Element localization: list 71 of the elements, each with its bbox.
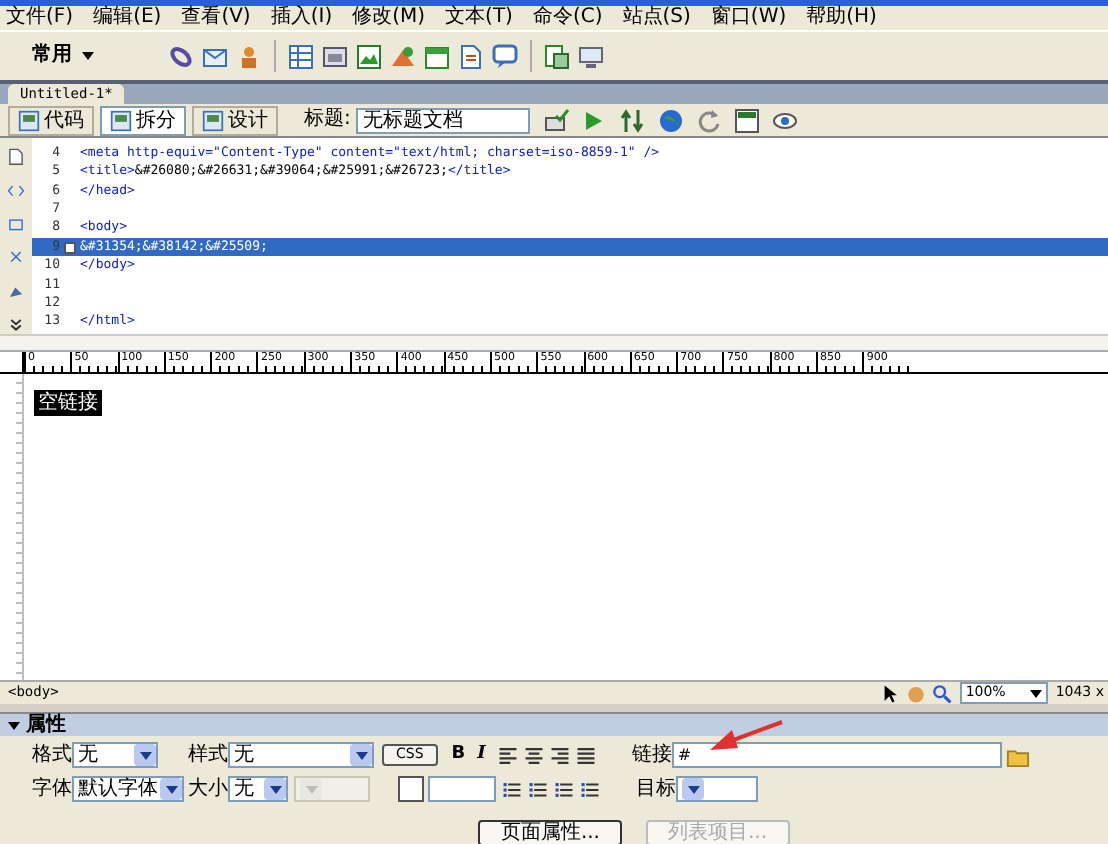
category-dropdown[interactable]: 常用 (32, 44, 132, 68)
outdent-icon[interactable] (554, 779, 574, 799)
horizontal-scrollbar[interactable] (0, 334, 1108, 350)
menu-item[interactable]: 窗口(W) (710, 6, 787, 30)
table-icon[interactable] (288, 43, 314, 69)
fold-icon[interactable] (64, 241, 76, 254)
menu-item[interactable]: 帮助(H) (806, 6, 877, 30)
menu-item[interactable]: 查看(V) (181, 6, 251, 30)
justify-icon[interactable] (575, 745, 596, 765)
title-label: 标题: (304, 108, 351, 132)
view-icon (18, 109, 40, 131)
monitor-icon[interactable] (578, 43, 604, 69)
format-dropdown[interactable]: 无 (72, 742, 158, 768)
chevron-icon[interactable] (6, 316, 26, 334)
style-dropdown[interactable]: 无 (228, 742, 374, 768)
view-button[interactable]: 设计 (192, 105, 278, 135)
template-icon[interactable] (544, 43, 570, 69)
view-button[interactable]: 代码 (8, 105, 94, 135)
size-dropdown[interactable]: 无 (228, 776, 288, 802)
link-field[interactable]: # (671, 742, 1002, 768)
arrows-icon[interactable] (620, 107, 647, 133)
pointer-icon[interactable] (879, 683, 900, 703)
panel-title: 属性 (26, 713, 66, 737)
calendar-icon[interactable] (424, 43, 450, 69)
link-label: 链接 (631, 743, 672, 767)
eye-icon[interactable] (772, 107, 799, 133)
menu-item[interactable]: 文本(T) (445, 6, 513, 30)
view-icon (110, 109, 132, 131)
align-right-icon[interactable] (549, 745, 570, 765)
window-icon[interactable] (734, 107, 761, 133)
numbered-list-icon[interactable] (528, 779, 548, 799)
menu-item[interactable]: 插入(I) (270, 6, 333, 30)
file-icon[interactable] (6, 148, 26, 166)
italic-button[interactable]: I (471, 744, 492, 766)
font-label: 字体 (32, 777, 72, 801)
view-icon (202, 109, 224, 131)
menu-item[interactable]: 编辑(E) (93, 6, 162, 30)
page-button[interactable]: 页面属性... (478, 820, 622, 844)
link-icon[interactable] (168, 43, 194, 69)
globe-icon[interactable] (658, 107, 685, 133)
style-label: 样式 (188, 743, 228, 767)
size-label: 大小 (188, 777, 228, 801)
menu-item[interactable]: 命令(C) (532, 6, 603, 30)
validate-icon[interactable] (544, 107, 571, 133)
envelope-icon[interactable] (202, 43, 228, 69)
view-button[interactable]: 拆分 (100, 105, 186, 135)
title-field[interactable]: 无标题文档 (356, 107, 531, 133)
menu-item[interactable]: 修改(M) (352, 6, 426, 30)
menu-item[interactable]: 站点(S) (622, 6, 691, 30)
format-label: 格式 (32, 743, 72, 767)
selected-text: 空链接 (34, 390, 102, 416)
align-left-icon[interactable] (497, 745, 518, 765)
bullet-list-icon[interactable] (502, 779, 522, 799)
shapes-icon[interactable] (390, 43, 416, 69)
layer-icon[interactable] (322, 43, 348, 69)
color-field[interactable] (428, 776, 496, 802)
magnifier-icon[interactable] (931, 683, 952, 703)
target-label: 目标 (636, 777, 676, 801)
bold-button[interactable]: B (445, 744, 472, 766)
page-button: 列表项目... (646, 820, 790, 844)
font-dropdown[interactable]: 默认字体 (72, 776, 184, 802)
align-center-icon[interactable] (523, 745, 544, 765)
target-dropdown[interactable] (676, 776, 758, 802)
comment-icon[interactable] (492, 43, 518, 69)
indent-icon[interactable] (580, 779, 600, 799)
menu-item[interactable]: 文件(F) (6, 6, 74, 30)
image-icon[interactable] (356, 43, 382, 69)
color-swatch[interactable] (398, 776, 424, 802)
refresh-icon[interactable] (696, 107, 723, 133)
document-icon[interactable] (458, 43, 484, 69)
annotation-arrow (708, 720, 784, 754)
